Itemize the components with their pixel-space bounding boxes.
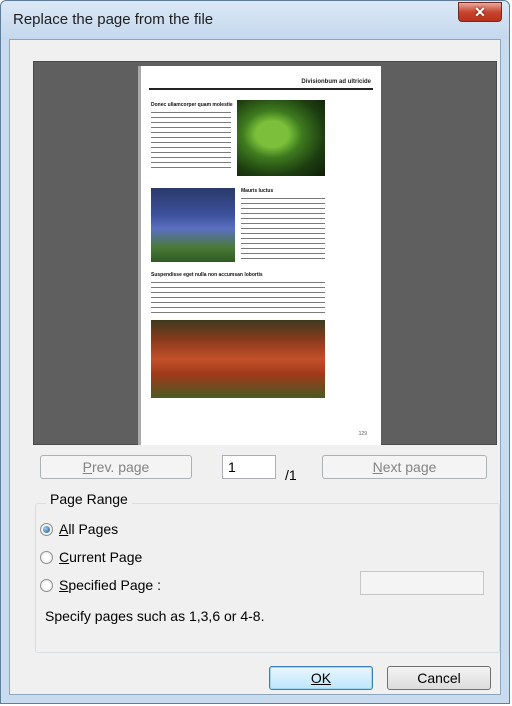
dialog-client-area: Divisionbum ad ultricide Donec ullamcorp… — [9, 39, 501, 695]
close-icon: ✕ — [474, 3, 486, 20]
prev-page-button[interactable]: Prev. page — [40, 455, 192, 479]
radio-all-pages-label: All Pages — [59, 521, 119, 537]
preview-heading-3: Suspendisse eget nulla non accumsan lobo… — [151, 272, 263, 278]
preview-page-number: 129 — [358, 431, 367, 437]
preview-photo-leaves — [237, 100, 325, 176]
ok-button[interactable]: OK — [269, 666, 373, 690]
radio-current-page[interactable]: Current Page — [40, 549, 142, 565]
next-page-mnemonic: N — [372, 459, 383, 475]
page-number-input[interactable]: 1 — [222, 455, 276, 479]
radio-all-pages[interactable]: All Pages — [40, 521, 118, 537]
page-range-hint: Specify pages such as 1,3,6 or 4-8. — [45, 608, 265, 624]
preview-header-rule — [149, 88, 373, 90]
preview-photo-field — [151, 320, 325, 398]
prev-page-mnemonic: P — [82, 459, 92, 475]
radio-current-page-label: Current Page — [59, 549, 143, 565]
dialog-window: Replace the page from the file ✕ Divisio… — [0, 0, 510, 704]
page-range-legend: Page Range — [46, 491, 132, 507]
preview-page: Divisionbum ad ultricide Donec ullamcorp… — [138, 66, 381, 445]
window-title: Replace the page from the file — [13, 11, 214, 28]
close-button[interactable]: ✕ — [458, 2, 502, 22]
radio-unselected-icon — [40, 550, 53, 564]
ok-button-label: OK — [310, 670, 332, 686]
preview-heading-2: Mauris luctus — [241, 188, 274, 194]
preview-text-block — [241, 196, 325, 262]
radio-specified-page-label: Specified Page : — [59, 577, 161, 593]
preview-header-text: Divisionbum ad ultricide — [301, 79, 371, 85]
preview-text-block — [151, 280, 325, 314]
cancel-button[interactable]: Cancel — [387, 666, 491, 690]
next-page-label: ext page — [382, 459, 437, 475]
preview-heading-1: Donec ullamcorper quam molestie — [151, 102, 233, 108]
page-preview: Divisionbum ad ultricide Donec ullamcorp… — [33, 61, 497, 445]
total-pages-label: /1 — [285, 467, 297, 483]
preview-text-block — [151, 110, 231, 170]
radio-selected-icon — [40, 522, 53, 536]
prev-page-label: rev. page — [92, 459, 150, 475]
radio-unselected-icon — [40, 578, 53, 592]
radio-specified-page[interactable]: Specified Page : — [40, 577, 161, 593]
preview-photo-flowers — [151, 188, 235, 262]
next-page-button[interactable]: Next page — [322, 455, 487, 479]
title-bar[interactable]: Replace the page from the file ✕ — [1, 1, 509, 39]
specified-page-input[interactable] — [360, 571, 484, 595]
